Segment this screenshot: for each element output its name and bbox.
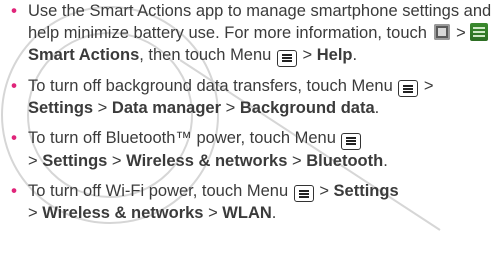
menu-key-icon [341, 132, 362, 150]
help-label: Help [316, 46, 353, 64]
tip-smart-actions: • Use the Smart Actions app to manage sm… [8, 0, 500, 67]
bullet: • [11, 76, 17, 95]
smart-actions-app-icon [470, 23, 489, 41]
menu-key-icon [398, 80, 419, 97]
settings-label: Settings [333, 181, 399, 200]
data-manager-label: Data manager [111, 99, 222, 117]
smart-actions-label: Smart Actions [28, 46, 140, 64]
menu-key-icon [293, 185, 314, 202]
bullet: • [11, 2, 17, 20]
tip-wifi: • To turn off Wi-Fi power, touch Menu > … [8, 180, 500, 225]
settings-label: Settings [42, 151, 108, 170]
wireless-networks-label: Wireless & networks [126, 151, 288, 170]
background-data-label: Background data [239, 99, 375, 117]
settings-label: Settings [28, 99, 94, 117]
wireless-networks-label: Wireless & networks [42, 204, 204, 222]
bullet: • [11, 129, 17, 147]
tip-background-data: • To turn off background data transfers,… [8, 75, 500, 120]
battery-tips-list: • Use the Smart Actions app to manage sm… [8, 0, 500, 224]
apps-launcher-icon [433, 24, 450, 40]
bluetooth-label: Bluetooth [306, 151, 384, 170]
wlan-label: WLAN [222, 204, 272, 222]
tip-bluetooth: • To turn off Bluetooth™ power, touch Me… [8, 127, 500, 172]
bullet: • [11, 181, 17, 200]
menu-key-icon [276, 49, 297, 67]
